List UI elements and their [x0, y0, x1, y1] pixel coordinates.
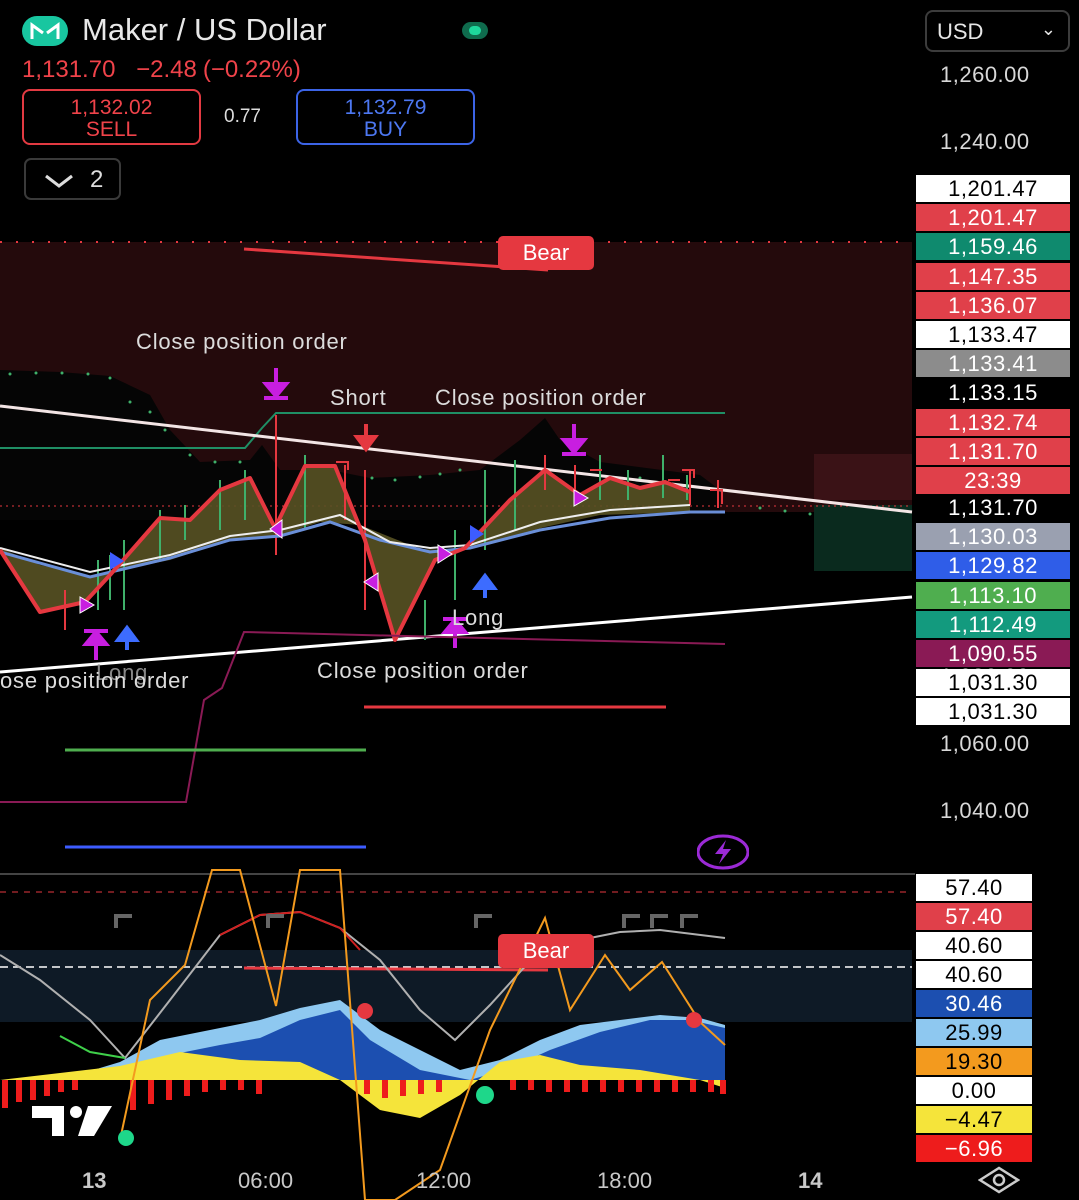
- last-price: 1,131.70: [22, 56, 116, 83]
- eye-icon[interactable]: [977, 1166, 1021, 1194]
- oscillator-tag: 57.40: [916, 874, 1032, 901]
- oscillator-tag: 40.60: [916, 961, 1032, 988]
- price-tag: 1,129.82: [916, 552, 1070, 580]
- price-tag: 23:39: [916, 467, 1070, 494]
- indicators-toggle-button[interactable]: 2: [24, 158, 121, 200]
- sell-button[interactable]: 1,132.02 SELL: [22, 89, 201, 145]
- oscillator-tag: 57.40: [916, 903, 1032, 930]
- price-axis-label: 1,260.00: [940, 62, 1030, 87]
- oscillator-tag: 30.46: [916, 990, 1032, 1017]
- close-position-label: ose position order: [0, 668, 190, 693]
- time-axis-label: 12:00: [416, 1168, 472, 1193]
- symbol-title[interactable]: Maker / US Dollar: [82, 12, 327, 48]
- price-change: −2.48: [136, 56, 197, 83]
- bear-label: Bear: [498, 934, 594, 968]
- time-axis-label: 06:00: [238, 1168, 294, 1193]
- tradingview-logo: [30, 1104, 114, 1138]
- lightning-icon[interactable]: [696, 834, 750, 870]
- time-axis-label: 14: [798, 1168, 823, 1193]
- oscillator-tag: 25.99: [916, 1019, 1032, 1046]
- close-position-label: Close position order: [435, 385, 647, 410]
- oscillator-tag: 19.30: [916, 1048, 1032, 1075]
- oscillator-tag: −4.47: [916, 1106, 1032, 1133]
- oscillator-tag: −6.96: [916, 1135, 1032, 1162]
- time-axis-label: 18:00: [597, 1168, 653, 1193]
- price-tag: 1,112.49: [916, 610, 1070, 638]
- price-summary: 1,131.70 −2.48 (−0.22%): [22, 56, 315, 84]
- price-tag: 1,133.41: [916, 350, 1070, 378]
- price-chart[interactable]: [0, 0, 915, 1200]
- price-tag: 1,133.15: [916, 379, 1070, 407]
- currency-select[interactable]: USD ⌄: [925, 10, 1070, 52]
- buy-button[interactable]: 1,132.79 BUY: [296, 89, 475, 145]
- short-label: Short: [330, 385, 387, 410]
- price-tag: 1,131.70: [916, 437, 1070, 465]
- indicator-count: 2: [90, 166, 104, 193]
- price-tag: 1,201.47: [916, 204, 1070, 232]
- sell-price: 1,132.02: [70, 96, 153, 119]
- oscillator-tag: 40.60: [916, 932, 1032, 959]
- price-tag: 1,201.47: [916, 175, 1070, 202]
- spread-value: 0.77: [224, 106, 261, 127]
- buy-price: 1,132.79: [344, 96, 427, 119]
- maker-logo-icon: [22, 16, 68, 46]
- price-axis-label: 1,040.00: [940, 798, 1030, 823]
- close-position-label: Close position order: [136, 329, 348, 354]
- currency-value: USD: [937, 19, 984, 44]
- bear-label: Bear: [498, 236, 594, 270]
- price-tag: 1,133.47: [916, 321, 1070, 348]
- market-status-icon: [462, 22, 488, 39]
- chevron-down-icon: [45, 174, 73, 188]
- price-tag: 1,132.74: [916, 408, 1070, 436]
- price-tag: 1,130.03: [916, 523, 1070, 551]
- price-axis-label: 1,240.00: [940, 129, 1030, 154]
- price-tag: 1,031.30: [916, 669, 1070, 697]
- price-tag: 1,147.35: [916, 262, 1070, 290]
- price-tag: 1,159.46: [916, 233, 1070, 261]
- price-tag: 1,136.07: [916, 291, 1070, 319]
- price-tag: 1,131.70: [916, 494, 1070, 521]
- price-tag: 1,113.10: [916, 581, 1070, 609]
- close-position-label: Close position order: [317, 658, 529, 683]
- price-tag: 1,031.30: [916, 698, 1070, 726]
- price-tag: 1,090.55: [916, 640, 1070, 667]
- chevron-down-icon: ⌄: [1040, 19, 1056, 39]
- time-axis-label: 13: [82, 1168, 107, 1193]
- price-axis-label: 1,060.00: [940, 731, 1030, 756]
- price-change-pct: (−0.22%): [202, 56, 301, 83]
- oscillator-tag: 0.00: [916, 1077, 1032, 1104]
- sell-label: SELL: [85, 118, 138, 141]
- buy-label: BUY: [363, 118, 408, 141]
- long-label: Long: [452, 605, 505, 630]
